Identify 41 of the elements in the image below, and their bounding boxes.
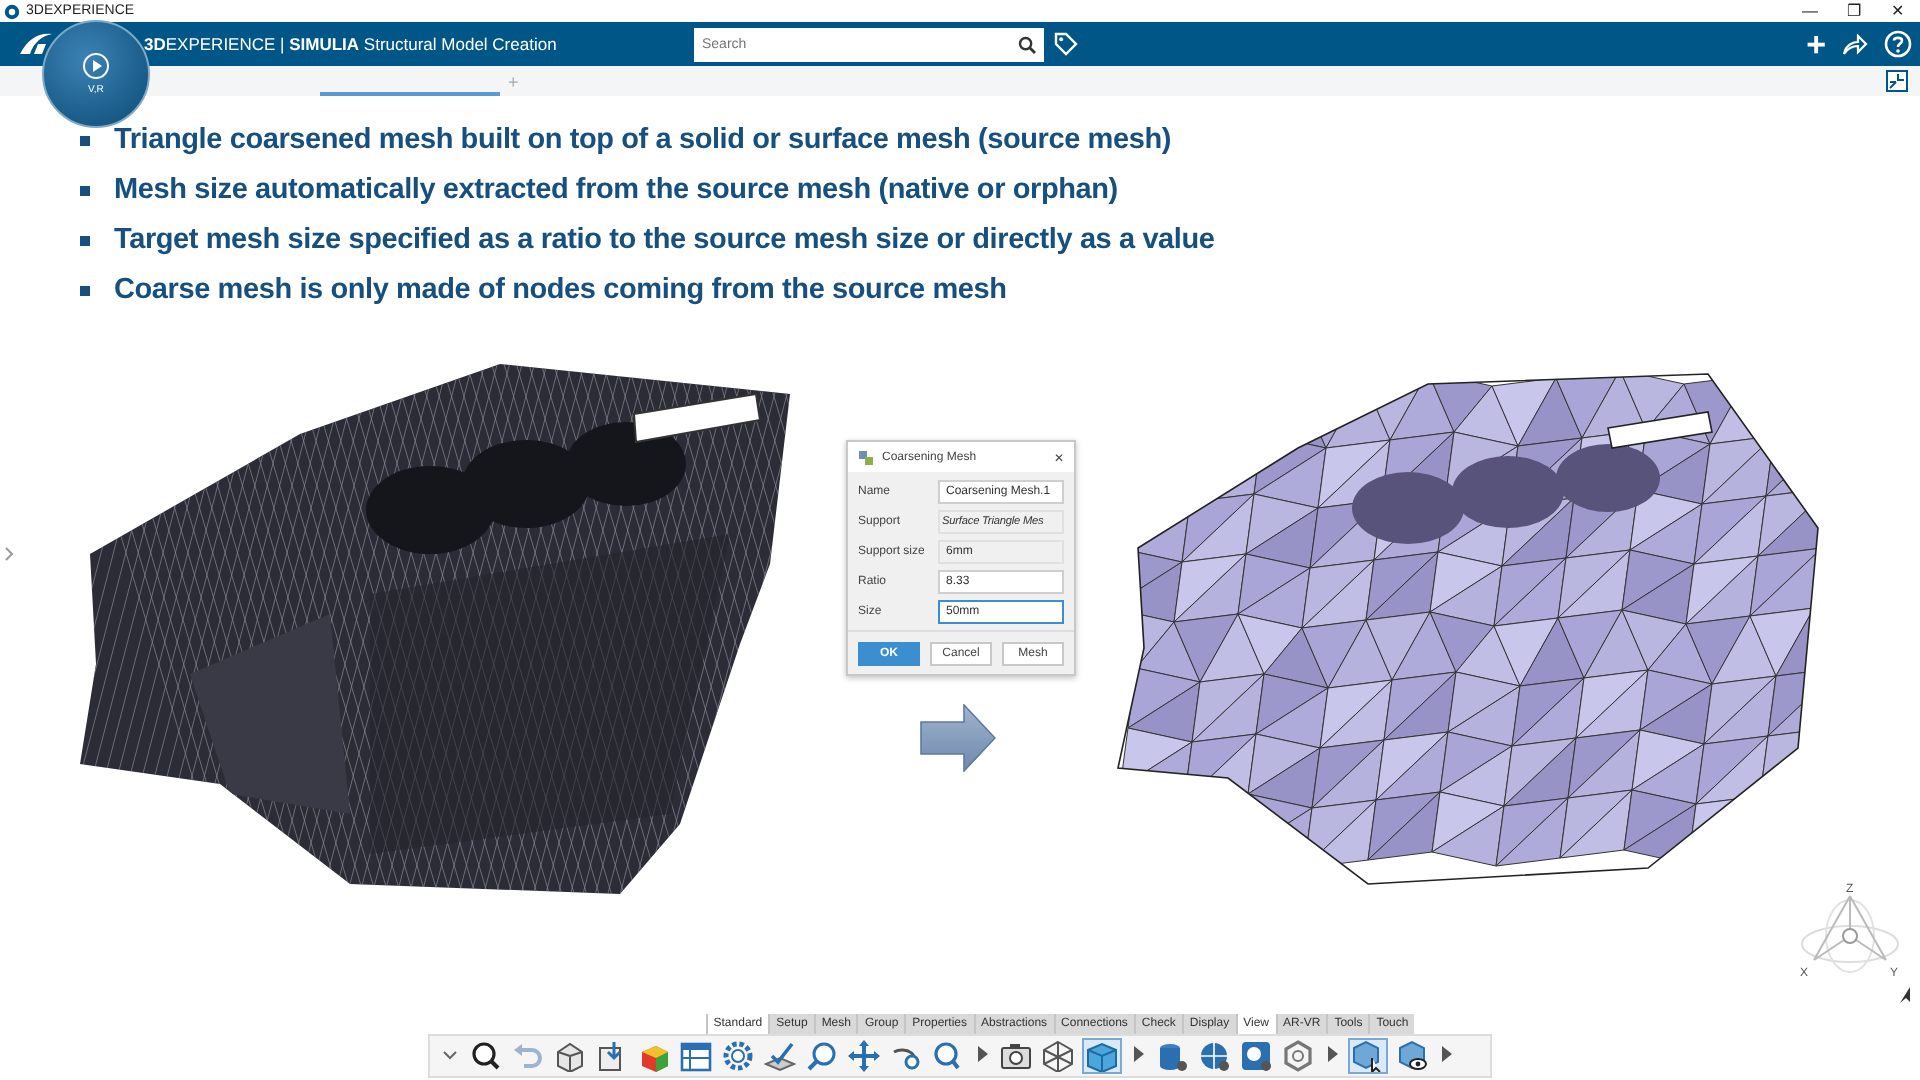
- mesh-tool-icon: [858, 450, 874, 466]
- bullet-text: Triangle coarsened mesh built on top of a solid or surface mesh (source mesh): [114, 124, 1171, 156]
- zoom-area-icon[interactable]: [932, 1040, 964, 1072]
- add-button[interactable]: +: [1806, 27, 1826, 61]
- hexagon-icon[interactable]: [1282, 1040, 1314, 1072]
- pan-icon[interactable]: [848, 1040, 880, 1072]
- wireframe-cube-icon[interactable]: [1042, 1040, 1074, 1072]
- play-icon: [82, 52, 110, 80]
- collapse-icon[interactable]: [1886, 70, 1908, 92]
- colored-cube-icon[interactable]: [638, 1040, 670, 1072]
- zoom-icon[interactable]: [470, 1040, 502, 1072]
- bullet-icon: [80, 185, 90, 195]
- right-arrow-icon: [919, 704, 995, 772]
- check-icon[interactable]: [764, 1040, 796, 1072]
- bullet-icon: [80, 135, 90, 145]
- help-icon[interactable]: [1884, 30, 1912, 58]
- expand-panel-icon[interactable]: [4, 546, 14, 562]
- magnifier-icon[interactable]: [806, 1040, 838, 1072]
- camera-icon[interactable]: [1000, 1040, 1032, 1072]
- bullet-icon: [80, 235, 90, 245]
- tag-icon[interactable]: [1054, 32, 1078, 56]
- table-icon[interactable]: [680, 1040, 712, 1072]
- search-icon: [1018, 36, 1036, 54]
- bullet-text: Coarse mesh is only made of nodes coming from the source mesh: [114, 274, 1007, 306]
- part-icon[interactable]: [554, 1040, 586, 1072]
- eye-cube-icon[interactable]: [1396, 1040, 1428, 1072]
- gear-icon[interactable]: [722, 1040, 754, 1072]
- bullet-text: Target mesh size specified as a ratio to the source mesh size or directly as a value: [114, 224, 1215, 256]
- database-icon[interactable]: [1156, 1040, 1188, 1072]
- cursor-icon: [1898, 986, 1912, 1004]
- app-title: 3DEXPERIENCE | SIMULIA Structural Model Creation: [144, 34, 557, 54]
- share-icon[interactable]: [1842, 33, 1868, 55]
- restore-button[interactable]: ❐: [1844, 2, 1864, 20]
- globe-icon[interactable]: [1198, 1040, 1230, 1072]
- close-button[interactable]: ✕: [1888, 2, 1908, 20]
- bullet-text: Mesh size automatically extracted from the source mesh (native or orphan): [114, 174, 1118, 206]
- minimize-button[interactable]: —: [1800, 2, 1820, 20]
- cube-select-icon[interactable]: [1350, 1040, 1386, 1072]
- brand-logo-icon: [16, 30, 56, 58]
- bullet-icon: [80, 285, 90, 295]
- shaded-cube-icon[interactable]: [1084, 1040, 1120, 1072]
